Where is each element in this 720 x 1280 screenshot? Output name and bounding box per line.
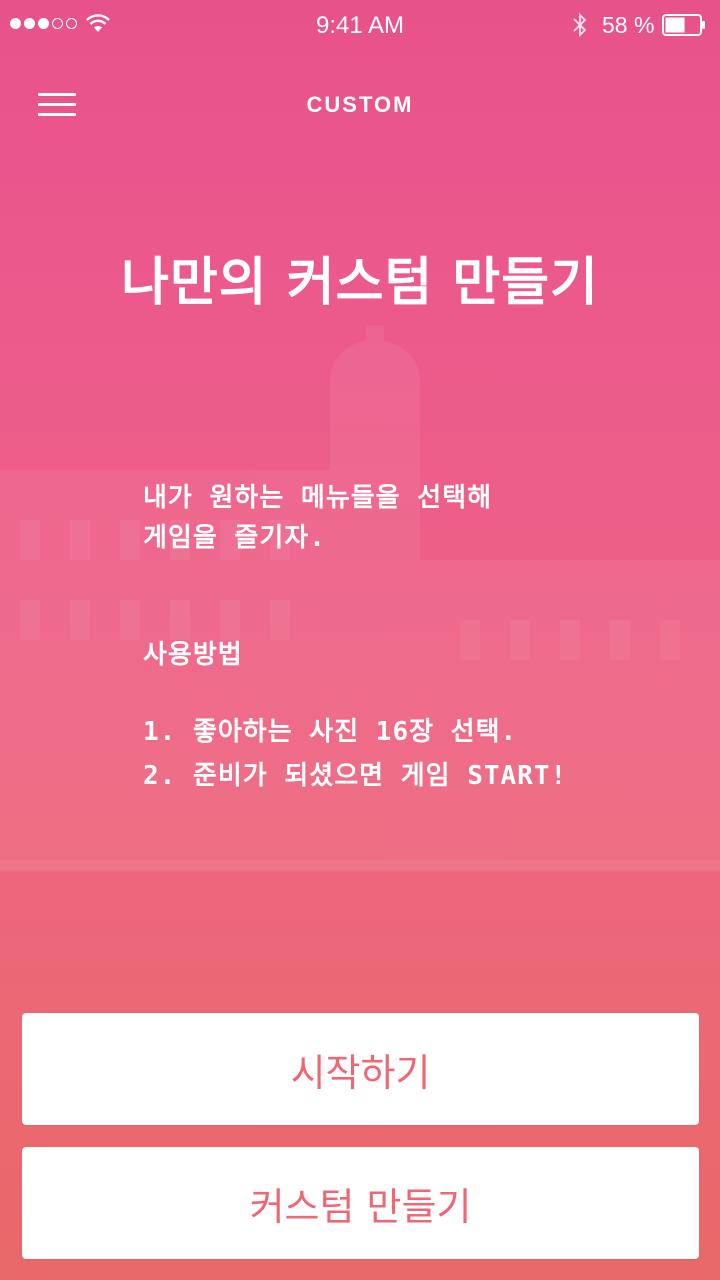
- description-line: 게임을 즐기자.: [143, 523, 326, 553]
- how-to-steps: 1. 좋아하는 사진 16장 선택. 2. 준비가 되셨으면 게임 START!: [143, 710, 703, 798]
- navigation-bar: CUSTOM: [0, 70, 720, 142]
- battery-icon: [662, 14, 705, 36]
- step-item: 1. 좋아하는 사진 16장 선택.: [143, 717, 518, 747]
- status-bar: 9:41 AM 58 %: [0, 0, 720, 52]
- step-item: 2. 준비가 되셨으면 게임 START!: [143, 761, 568, 791]
- nav-title: CUSTOM: [306, 92, 414, 117]
- how-to-title: 사용방법: [143, 640, 243, 670]
- page-title: 나만의 커스텀 만들기: [121, 253, 599, 313]
- description: 내가 원하는 메뉴들을 선택해 게임을 즐기자.: [143, 478, 663, 558]
- description-line: 내가 원하는 메뉴들을 선택해: [143, 483, 493, 513]
- create-custom-button[interactable]: 커스텀 만들기: [22, 1147, 699, 1259]
- bluetooth-icon: [573, 12, 587, 38]
- start-button[interactable]: 시작하기: [22, 1013, 699, 1125]
- battery-percentage: 58 %: [602, 12, 655, 38]
